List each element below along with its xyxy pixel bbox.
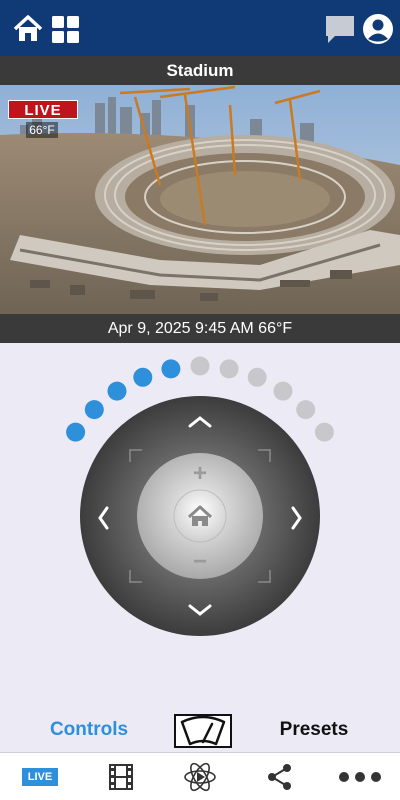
zoom-level-dot	[161, 359, 181, 379]
zoom-level-dot	[219, 359, 239, 379]
control-tabs: Controls Presets	[0, 710, 400, 750]
share-icon	[268, 764, 291, 790]
tab-controls[interactable]: Controls	[20, 718, 158, 742]
nav-live[interactable]: LIVE	[0, 753, 60, 800]
overlay-temperature: 66°F	[26, 122, 58, 138]
camera-timestamp: Apr 9, 2025 9:45 AM 66°F	[0, 314, 400, 343]
zoom-level-dot	[107, 381, 127, 401]
live-badge: LIVE	[8, 100, 78, 119]
nav-clips[interactable]	[90, 753, 150, 800]
more-icon	[339, 772, 381, 782]
wiper-button[interactable]	[174, 714, 232, 748]
ptz-controller	[66, 356, 334, 636]
zoom-level-dot	[296, 400, 316, 420]
ptz-control-area: + −	[0, 343, 400, 752]
nav-timelapse[interactable]	[170, 753, 230, 800]
zoom-in-button[interactable]: +	[188, 460, 212, 488]
tab-presets[interactable]: Presets	[248, 718, 380, 742]
home-icon[interactable]	[12, 13, 44, 45]
chat-icon[interactable]	[324, 13, 356, 45]
film-icon	[109, 764, 133, 790]
zoom-level-dot	[133, 367, 153, 387]
zoom-level-dot	[314, 422, 334, 442]
zoom-level-dot	[190, 356, 210, 376]
zoom-level-dot	[84, 400, 104, 420]
bottom-navigation: LIVE	[0, 752, 400, 800]
zoom-level-dot	[247, 367, 267, 387]
zoom-level-dot	[66, 422, 86, 442]
wiper-icon	[180, 715, 226, 746]
zoom-level-dot	[273, 381, 293, 401]
zoom-out-button[interactable]: −	[188, 548, 212, 576]
grid-icon[interactable]	[50, 13, 82, 45]
account-icon[interactable]	[362, 13, 394, 45]
atom-play-icon	[184, 762, 216, 792]
nav-live-label: LIVE	[22, 768, 58, 786]
app-header	[0, 0, 400, 56]
nav-share[interactable]	[250, 753, 310, 800]
nav-more[interactable]	[330, 753, 390, 800]
camera-title: Stadium	[0, 56, 400, 85]
